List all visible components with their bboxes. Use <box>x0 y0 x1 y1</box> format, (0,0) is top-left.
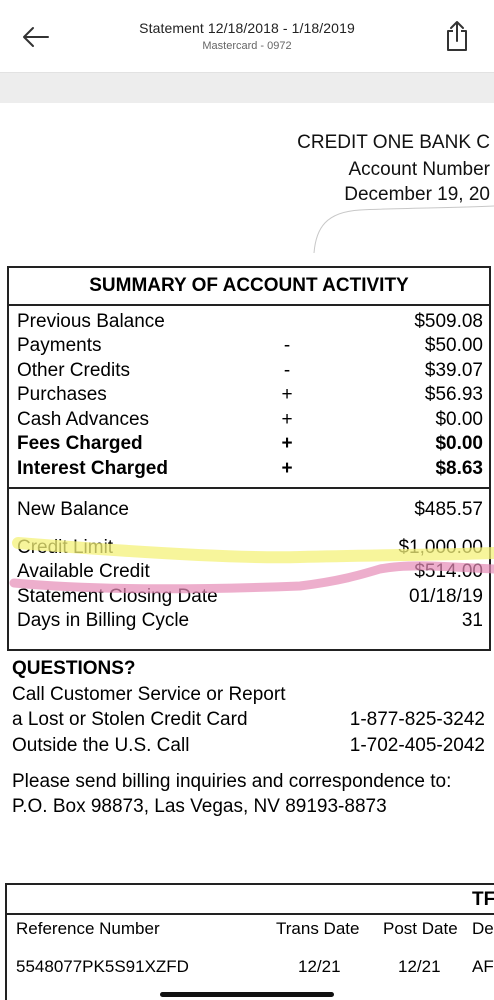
summary-label: Other Credits <box>17 360 130 381</box>
summary-value: $50.00 <box>424 335 483 356</box>
summary-label: New Balance <box>17 499 129 520</box>
summary-value: $0.00 <box>435 409 483 430</box>
summary-label: Days in Billing Cycle <box>17 610 190 631</box>
highlight-marks <box>9 537 494 594</box>
summary-operator: + <box>281 384 293 405</box>
summary-row-other-credits: Other Credits - $39.07 <box>17 359 483 383</box>
questions-line-2: a Lost or Stolen Credit Card <box>12 709 248 730</box>
summary-value: $56.93 <box>424 384 483 405</box>
summary-title: SUMMARY OF ACCOUNT ACTIVITY <box>9 268 489 306</box>
home-indicator[interactable] <box>160 992 334 997</box>
summary-operator: + <box>281 409 293 430</box>
first-reference: 5548077PK5S91XZFD <box>16 957 189 976</box>
summary-row-previous-balance: Previous Balance $509.08 <box>17 310 483 334</box>
summary-value: $485.57 <box>414 499 483 520</box>
table-header-line <box>7 913 494 915</box>
column-header-reference: Reference Number <box>16 919 160 938</box>
card-subtitle: Mastercard - 0972 <box>202 40 292 52</box>
summary-operator: - <box>283 335 291 356</box>
summary-value: $509.08 <box>414 311 483 332</box>
summary-label: Interest Charged <box>17 458 168 479</box>
summary-row-cash-advances: Cash Advances + $0.00 <box>17 408 483 432</box>
first-trans-date: 12/21 <box>298 957 341 976</box>
summary-row-new-balance: New Balance $485.57 <box>17 498 483 522</box>
summary-value: $8.63 <box>435 458 483 479</box>
summary-label: Previous Balance <box>17 311 165 332</box>
summary-label: Payments <box>17 335 102 356</box>
back-button[interactable] <box>20 22 52 52</box>
bank-name: CREDIT ONE BANK C <box>297 132 490 153</box>
share-button[interactable] <box>440 18 474 54</box>
mail-line-2: P.O. Box 98873, Las Vegas, NV 89193-8873 <box>12 796 387 817</box>
summary-divider <box>9 487 489 489</box>
summary-value: 31 <box>461 610 483 631</box>
summary-row-purchases: Purchases + $56.93 <box>17 383 483 407</box>
back-arrow-icon <box>23 27 49 47</box>
column-header-post-date: Post Date <box>383 919 458 938</box>
questions-heading: QUESTIONS? <box>12 658 136 679</box>
summary-label: Fees Charged <box>17 433 143 454</box>
top-nav-bar: Statement 12/18/2018 - 1/18/2019 Masterc… <box>0 0 494 72</box>
table-corner-title: TF <box>472 889 494 910</box>
summary-operator: + <box>281 433 293 454</box>
first-description: AF <box>472 957 494 976</box>
account-number-label: Account Number <box>348 159 490 180</box>
summary-row-interest-charged: Interest Charged + $8.63 <box>17 457 483 481</box>
statement-title: Statement 12/18/2018 - 1/18/2019 <box>139 20 355 36</box>
summary-operator: + <box>281 458 293 479</box>
summary-row-billing-days: Days in Billing Cycle 31 <box>17 609 483 633</box>
phone-us[interactable]: 1-877-825-3242 <box>350 709 485 731</box>
summary-operator: - <box>283 360 291 381</box>
column-header-description: De <box>472 919 494 938</box>
statement-document[interactable]: CREDIT ONE BANK C Account Number Decembe… <box>0 103 494 1000</box>
summary-row-fees-charged: Fees Charged + $0.00 <box>17 432 483 456</box>
pink-highlight <box>9 561 494 594</box>
summary-value: $39.07 <box>424 360 483 381</box>
column-header-trans-date: Trans Date <box>276 919 360 938</box>
statement-title-block: Statement 12/18/2018 - 1/18/2019 Masterc… <box>100 20 394 52</box>
questions-line-1: Call Customer Service or Report <box>12 684 286 705</box>
phone-international[interactable]: 1-702-405-2042 <box>350 735 485 757</box>
summary-label: Purchases <box>17 384 107 405</box>
summary-value: $0.00 <box>435 433 483 454</box>
share-icon <box>447 21 467 51</box>
mail-line-1: Please send billing inquiries and corres… <box>12 771 452 792</box>
document-gap <box>0 72 494 104</box>
questions-line-3: Outside the U.S. Call <box>12 735 190 756</box>
summary-row-payments: Payments - $50.00 <box>17 334 483 358</box>
yellow-highlight <box>12 537 494 564</box>
summary-label: Cash Advances <box>17 409 150 430</box>
first-post-date: 12/21 <box>398 957 441 976</box>
transactions-table: TF Reference Number Trans Date Post Date… <box>5 883 494 1000</box>
pen-mark <box>313 205 494 254</box>
